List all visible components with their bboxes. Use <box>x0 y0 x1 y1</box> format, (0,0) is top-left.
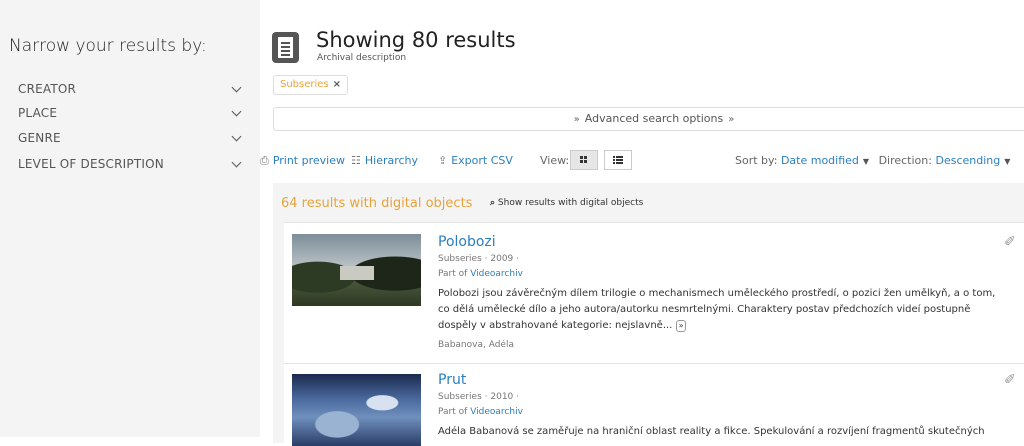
expand-button[interactable]: » <box>675 320 687 332</box>
list-icon <box>613 156 623 164</box>
sort-controls: Sort by: Date modified ▼ Direction: Desce… <box>735 154 1016 167</box>
result-title[interactable]: Polobozi <box>438 234 496 250</box>
result-description: Adéla Babanová se zaměřuje na hraniční o… <box>438 426 985 437</box>
facet-level-of-description[interactable]: LEVEL OF DESCRIPTION <box>18 155 244 177</box>
part-of-label: Part of <box>438 269 468 279</box>
digital-objects-heading: 64 results with digital objects <box>281 196 473 211</box>
filter-tag-label: Subseries <box>280 79 329 90</box>
results-toolbar: ⎙ Print preview ☷ Hierarchy ⇪ Export CSV Vi… <box>260 150 1024 170</box>
divider <box>284 363 1024 364</box>
result-thumbnail[interactable] <box>292 374 421 446</box>
part-of-link[interactable]: Videoarchiv <box>470 407 523 417</box>
advanced-search-toggle[interactable]: » Advanced search options » <box>273 107 1024 131</box>
double-chevron-down-icon: » <box>573 114 580 125</box>
upload-icon: ⇪ <box>438 154 448 167</box>
export-csv-link[interactable]: ⇪ Export CSV <box>438 154 513 167</box>
grid-icon <box>580 156 587 163</box>
part-of-link[interactable]: Videoarchiv <box>470 269 523 279</box>
result-thumbnail[interactable] <box>292 234 421 306</box>
page-title: Showing 80 results <box>316 28 516 52</box>
result-part-of: Part of Videoarchiv <box>438 407 523 417</box>
print-preview-label: Print preview <box>272 154 345 167</box>
paperclip-icon: ✐ <box>1004 234 1016 250</box>
document-icon <box>272 32 299 63</box>
chevron-down-icon <box>231 157 242 168</box>
chevron-down-icon <box>231 131 242 142</box>
facet-place[interactable]: PLACE <box>18 104 244 126</box>
sort-label: Sort by: <box>735 154 778 167</box>
advanced-search-label: Advanced search options <box>584 112 724 125</box>
filter-tag-subseries[interactable]: Subseries × <box>273 75 349 95</box>
hierarchy-link[interactable]: ☷ Hierarchy <box>351 154 418 167</box>
chevron-down-icon <box>231 82 242 93</box>
double-chevron-down-icon: » <box>728 114 735 125</box>
result-part-of: Part of Videoarchiv <box>438 269 523 279</box>
main-content: Showing 80 results Archival description … <box>260 0 1024 446</box>
result-description-text: Polobozi jsou závěrečným dílem trilogie … <box>438 288 996 331</box>
chevron-down-icon <box>231 106 242 117</box>
export-csv-label: Export CSV <box>451 154 513 167</box>
card-view-button[interactable] <box>570 150 598 170</box>
direction-select[interactable]: Descending <box>935 154 1000 167</box>
sort-select[interactable]: Date modified <box>781 154 859 167</box>
sidebar-title: Narrow your results by: <box>9 36 207 56</box>
caret-down-icon: ▼ <box>862 157 870 166</box>
results-list: Polobozi Subseries · 2009 · Part of Vide… <box>284 222 1024 446</box>
sitemap-icon: ☷ <box>351 154 361 167</box>
result-description: Polobozi jsou závěrečným dílem trilogie … <box>438 286 998 334</box>
facet-label: LEVEL OF DESCRIPTION <box>18 157 164 171</box>
facet-genre[interactable]: GENRE <box>18 129 244 151</box>
facet-label: CREATOR <box>18 82 77 96</box>
direction-label: Direction: <box>878 154 932 167</box>
facet-creator[interactable]: CREATOR <box>18 80 244 102</box>
result-author: Babanova, Adéla <box>438 340 514 350</box>
facet-label: PLACE <box>18 106 58 120</box>
part-of-label: Part of <box>438 407 468 417</box>
show-digital-objects-label: Show results with digital objects <box>497 198 644 208</box>
paperclip-icon: ✐ <box>1004 372 1016 388</box>
caret-down-icon: ▼ <box>1004 157 1011 166</box>
search-icon: ⌕ <box>490 198 496 208</box>
print-preview-link[interactable]: ⎙ Print preview <box>260 154 345 168</box>
result-meta: Subseries · 2009 · <box>438 254 519 264</box>
show-digital-objects-link[interactable]: ⌕ Show results with digital objects <box>490 198 643 208</box>
page-subtitle: Archival description <box>317 53 407 63</box>
close-icon[interactable]: × <box>333 79 341 90</box>
facet-label: GENRE <box>18 131 61 145</box>
table-view-button[interactable] <box>604 150 632 170</box>
hierarchy-label: Hierarchy <box>364 154 419 167</box>
sidebar: Narrow your results by: CREATOR PLACE GE… <box>0 0 260 437</box>
result-title[interactable]: Prut <box>438 372 466 388</box>
result-meta: Subseries · 2010 · <box>438 392 519 402</box>
view-label: View: <box>540 154 570 167</box>
printer-icon: ⎙ <box>260 154 269 167</box>
